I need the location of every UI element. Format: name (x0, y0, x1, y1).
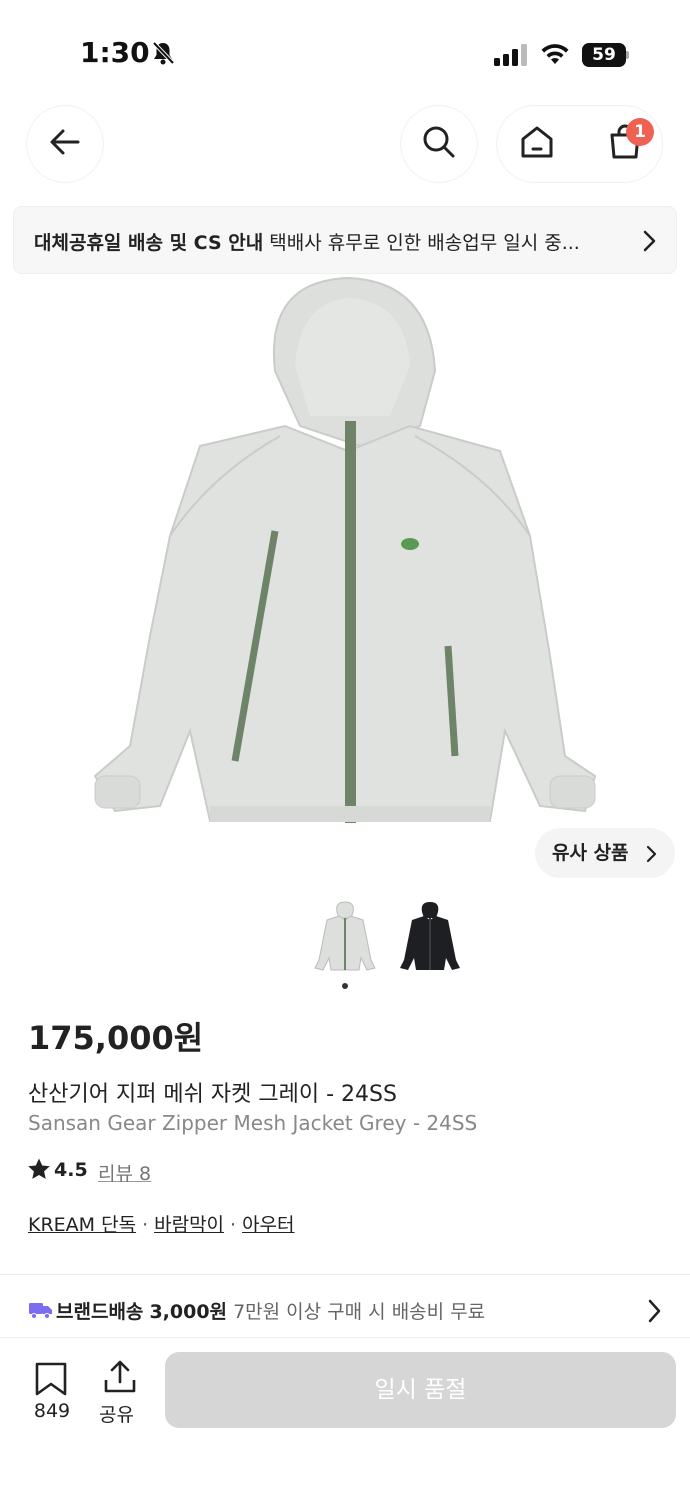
arrow-left-icon (47, 124, 83, 164)
notice-title: 대체공휴일 배송 및 CS 안내 (34, 232, 264, 254)
wifi-icon (540, 42, 570, 70)
battery-tip (626, 51, 629, 59)
tag-kream-exclusive[interactable]: KREAM 단독 (28, 1214, 136, 1236)
shipping-note: 7만원 이상 구매 시 배송비 무료 (233, 1301, 486, 1323)
chevron-right-icon (645, 1298, 663, 1328)
battery-icon: 59 (582, 43, 626, 67)
review-link[interactable]: 리뷰 8 (98, 1159, 151, 1186)
share-icon[interactable] (103, 1360, 137, 1398)
search-icon (421, 124, 457, 164)
divider (0, 1274, 690, 1275)
tag-separator: · (142, 1214, 149, 1236)
bookmark-count: 849 (33, 1400, 71, 1422)
product-name-ko: 산산기어 지퍼 메쉬 자켓 그레이 - 24SS (28, 1082, 397, 1107)
product-price: 175,000원 (28, 1019, 204, 1057)
tag-outer[interactable]: 아우터 (242, 1214, 294, 1236)
product-name-en: Sansan Gear Zipper Mesh Jacket Grey - 24… (28, 1111, 478, 1135)
cart-count-badge: 1 (626, 118, 654, 146)
tag-windbreaker[interactable]: 바람막이 (154, 1214, 224, 1236)
sold-out-button[interactable]: 일시 품절 (165, 1352, 676, 1428)
notice-body: 택배사 휴무로 인한 배송업무 일시 중... (269, 232, 580, 254)
similar-products-label: 유사 상품 (552, 842, 629, 864)
similar-products-button[interactable]: 유사 상품 (535, 828, 675, 878)
rating-value: 4.5 (54, 1159, 88, 1181)
star-icon (27, 1157, 51, 1185)
back-button[interactable] (27, 106, 103, 182)
notice-text: 대체공휴일 배송 및 CS 안내 택배사 휴무로 인한 배송업무 일시 중... (34, 228, 580, 255)
shipping-fee: 3,000원 (149, 1301, 228, 1323)
chevron-right-icon (640, 229, 658, 257)
thumbnail-grey[interactable] (313, 900, 377, 974)
home-button[interactable] (502, 108, 572, 180)
share-label: 공유 (99, 1404, 134, 1426)
bookmark-icon[interactable] (34, 1361, 68, 1401)
home-icon (519, 124, 555, 164)
truck-icon (29, 1300, 53, 1324)
search-button[interactable] (401, 106, 477, 182)
silent-bell-icon (150, 40, 176, 70)
carousel-indicator (342, 983, 348, 989)
shipping-label: 브랜드배송 (56, 1301, 144, 1323)
thumbnail-black[interactable] (398, 900, 462, 974)
chevron-right-icon (645, 828, 657, 878)
cellular-signal-icon (494, 44, 528, 70)
product-tags: KREAM 단독 · 바람막이 · 아우터 (28, 1210, 295, 1237)
shipping-info[interactable]: 브랜드배송 3,000원 7만원 이상 구매 시 배송비 무료 (56, 1297, 485, 1324)
product-image[interactable] (60, 276, 630, 836)
status-time: 1:30 (80, 36, 150, 69)
cart-button[interactable] (590, 108, 660, 180)
tag-separator: · (230, 1214, 237, 1236)
